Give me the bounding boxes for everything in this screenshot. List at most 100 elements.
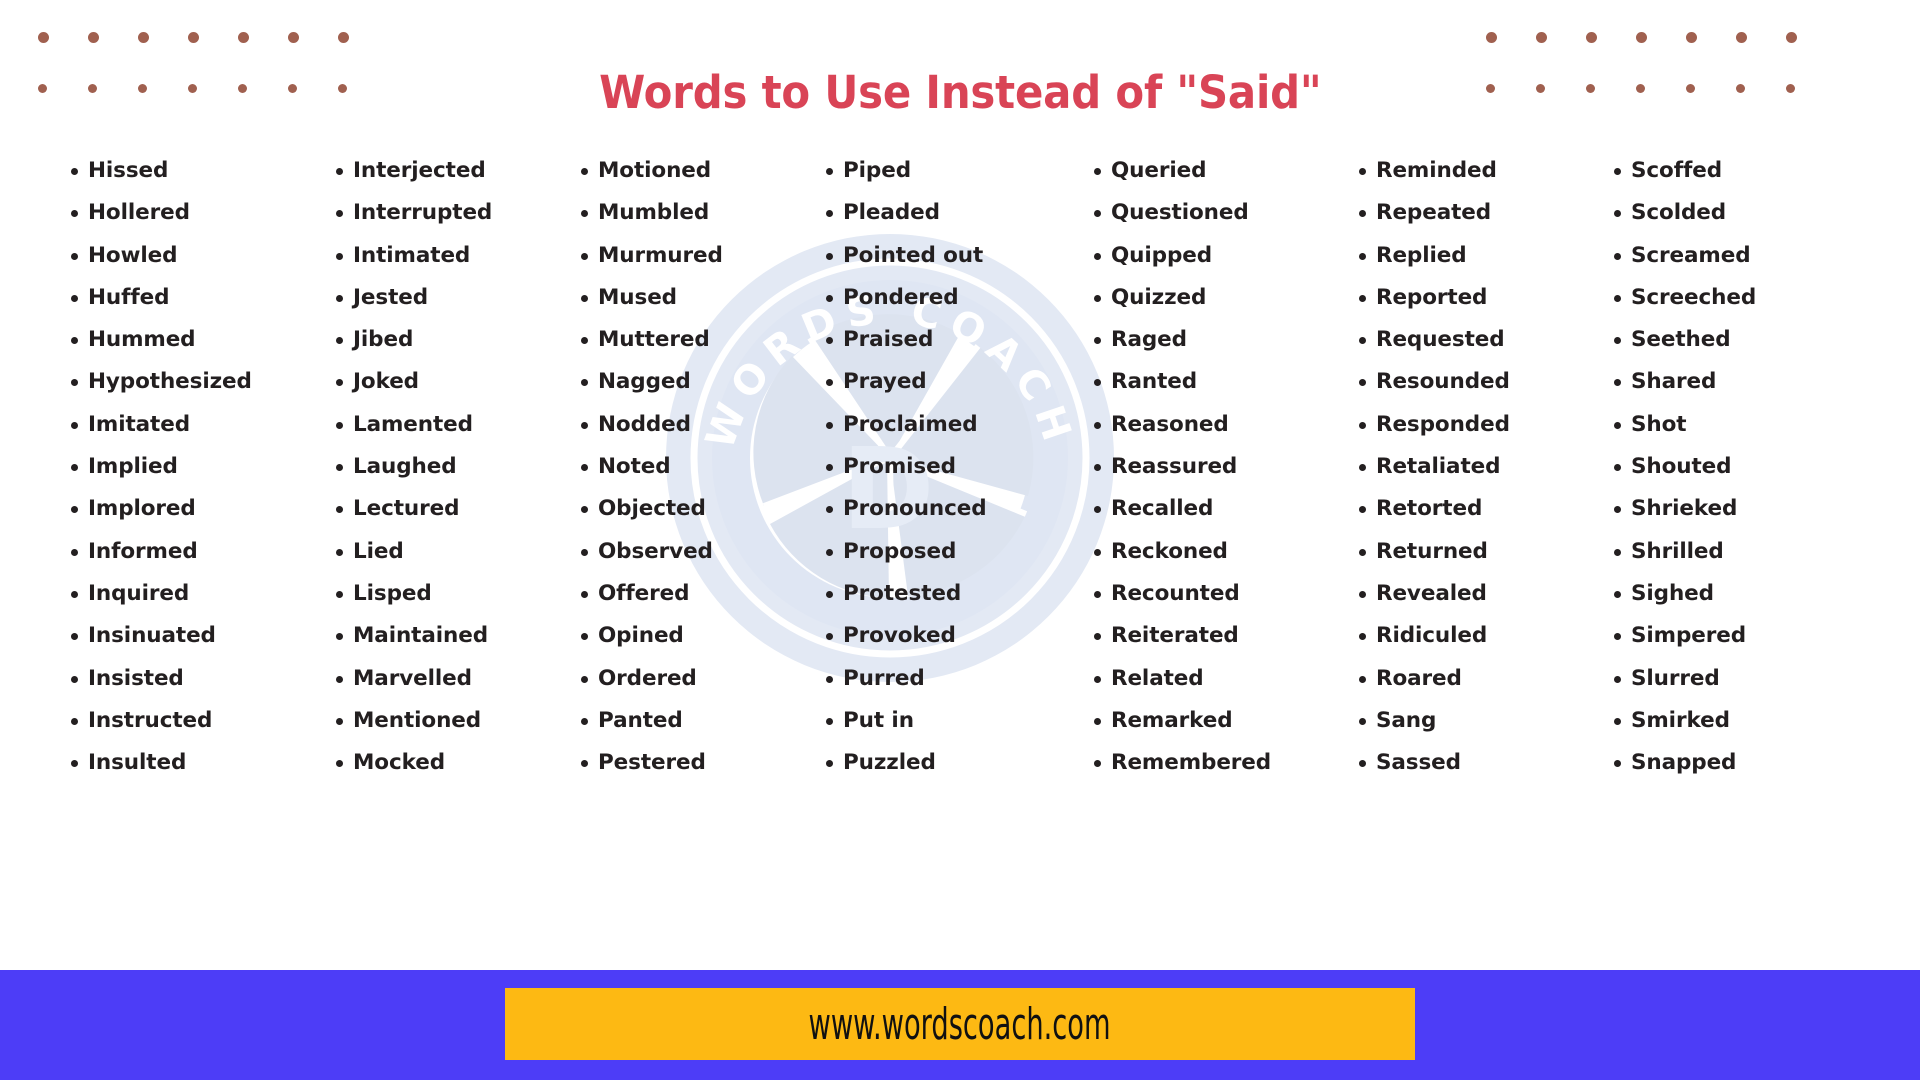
word-item: Prayed bbox=[826, 361, 1083, 403]
word-item: Proposed bbox=[826, 531, 1083, 573]
word-item: Repeated bbox=[1359, 192, 1603, 234]
word-item: Maintained bbox=[336, 615, 570, 657]
word-item: Screamed bbox=[1614, 235, 1863, 277]
word-item: Insulted bbox=[71, 742, 325, 784]
word-item: Remarked bbox=[1094, 700, 1348, 742]
word-item: Promised bbox=[826, 446, 1083, 488]
word-item: Reasoned bbox=[1094, 404, 1348, 446]
word-list-7: Scoffed Scolded Screamed Screeched Seeth… bbox=[1603, 150, 1863, 784]
word-item: Lamented bbox=[336, 404, 570, 446]
word-item: Proclaimed bbox=[826, 404, 1083, 446]
word-item: Sang bbox=[1359, 700, 1603, 742]
word-item: Implied bbox=[71, 446, 325, 488]
word-item: Resounded bbox=[1359, 361, 1603, 403]
word-item: Howled bbox=[71, 235, 325, 277]
word-item: Interrupted bbox=[336, 192, 570, 234]
word-item: Quipped bbox=[1094, 235, 1348, 277]
word-item: Scolded bbox=[1614, 192, 1863, 234]
word-item: Praised bbox=[826, 319, 1083, 361]
word-item: Observed bbox=[581, 531, 815, 573]
word-item: Lisped bbox=[336, 573, 570, 615]
word-item: Nodded bbox=[581, 404, 815, 446]
word-list-4: Piped Pleaded Pointed out Pondered Prais… bbox=[815, 150, 1083, 784]
word-item: Sighed bbox=[1614, 573, 1863, 615]
word-item: Laughed bbox=[336, 446, 570, 488]
word-item: Revealed bbox=[1359, 573, 1603, 615]
word-item: Objected bbox=[581, 488, 815, 530]
word-item: Pondered bbox=[826, 277, 1083, 319]
word-item: Noted bbox=[581, 446, 815, 488]
word-item: Retaliated bbox=[1359, 446, 1603, 488]
word-item: Pronounced bbox=[826, 488, 1083, 530]
word-item: Pointed out bbox=[826, 235, 1083, 277]
word-item: Opined bbox=[581, 615, 815, 657]
word-item: Raged bbox=[1094, 319, 1348, 361]
word-item: Simpered bbox=[1614, 615, 1863, 657]
word-item: Reckoned bbox=[1094, 531, 1348, 573]
word-item: Interjected bbox=[336, 150, 570, 192]
word-item: Questioned bbox=[1094, 192, 1348, 234]
word-item: Replied bbox=[1359, 235, 1603, 277]
word-item: Ranted bbox=[1094, 361, 1348, 403]
word-column-7: Scoffed Scolded Screamed Screeched Seeth… bbox=[1603, 150, 1863, 784]
word-item: Nagged bbox=[581, 361, 815, 403]
word-item: Marvelled bbox=[336, 658, 570, 700]
word-item: Recalled bbox=[1094, 488, 1348, 530]
word-item: Inquired bbox=[71, 573, 325, 615]
word-item: Jibed bbox=[336, 319, 570, 361]
website-url-box[interactable]: www.wordscoach.com bbox=[505, 988, 1415, 1060]
word-list-6: Reminded Repeated Replied Reported Reque… bbox=[1348, 150, 1603, 784]
word-item: Ridiculed bbox=[1359, 615, 1603, 657]
word-columns: Hissed Hollered Howled Huffed Hummed Hyp… bbox=[60, 150, 1870, 784]
word-item: Related bbox=[1094, 658, 1348, 700]
website-url-text: www.wordscoach.com bbox=[809, 998, 1111, 1050]
word-item: Protested bbox=[826, 573, 1083, 615]
word-item: Huffed bbox=[71, 277, 325, 319]
word-item: Requested bbox=[1359, 319, 1603, 361]
word-item: Pleaded bbox=[826, 192, 1083, 234]
word-item: Informed bbox=[71, 531, 325, 573]
word-list-2: Interjected Interrupted Intimated Jested… bbox=[325, 150, 570, 784]
word-item: Reassured bbox=[1094, 446, 1348, 488]
word-item: Sassed bbox=[1359, 742, 1603, 784]
word-item: Returned bbox=[1359, 531, 1603, 573]
word-item: Mentioned bbox=[336, 700, 570, 742]
word-item: Shrilled bbox=[1614, 531, 1863, 573]
word-item: Remembered bbox=[1094, 742, 1348, 784]
word-item: Mocked bbox=[336, 742, 570, 784]
word-item: Murmured bbox=[581, 235, 815, 277]
page-title: Words to Use Instead of "Said" bbox=[598, 66, 1322, 120]
infographic-page: D WORDS COACH Words to Use Instead of "S… bbox=[0, 0, 1920, 1080]
word-item: Shrieked bbox=[1614, 488, 1863, 530]
word-item: Hypothesized bbox=[71, 361, 325, 403]
word-item: Implored bbox=[71, 488, 325, 530]
word-item: Lied bbox=[336, 531, 570, 573]
word-item: Provoked bbox=[826, 615, 1083, 657]
word-item: Seethed bbox=[1614, 319, 1863, 361]
page-title-wrapper: Words to Use Instead of "Said" bbox=[0, 36, 1920, 149]
word-item: Hissed bbox=[71, 150, 325, 192]
word-item: Recounted bbox=[1094, 573, 1348, 615]
word-item: Shot bbox=[1614, 404, 1863, 446]
word-item: Insinuated bbox=[71, 615, 325, 657]
word-item: Mused bbox=[581, 277, 815, 319]
word-column-5: Queried Questioned Quipped Quizzed Raged… bbox=[1083, 150, 1348, 784]
word-column-6: Reminded Repeated Replied Reported Reque… bbox=[1348, 150, 1603, 784]
word-item: Motioned bbox=[581, 150, 815, 192]
word-item: Hummed bbox=[71, 319, 325, 361]
word-item: Hollered bbox=[71, 192, 325, 234]
word-item: Lectured bbox=[336, 488, 570, 530]
word-item: Reminded bbox=[1359, 150, 1603, 192]
word-item: Shared bbox=[1614, 361, 1863, 403]
word-item: Smirked bbox=[1614, 700, 1863, 742]
word-item: Mumbled bbox=[581, 192, 815, 234]
word-list-3: Motioned Mumbled Murmured Mused Muttered… bbox=[570, 150, 815, 784]
word-item: Responded bbox=[1359, 404, 1603, 446]
word-item: Roared bbox=[1359, 658, 1603, 700]
word-item: Reiterated bbox=[1094, 615, 1348, 657]
word-item: Pestered bbox=[581, 742, 815, 784]
word-list-1: Hissed Hollered Howled Huffed Hummed Hyp… bbox=[60, 150, 325, 784]
word-item: Put in bbox=[826, 700, 1083, 742]
word-item: Muttered bbox=[581, 319, 815, 361]
word-item: Purred bbox=[826, 658, 1083, 700]
